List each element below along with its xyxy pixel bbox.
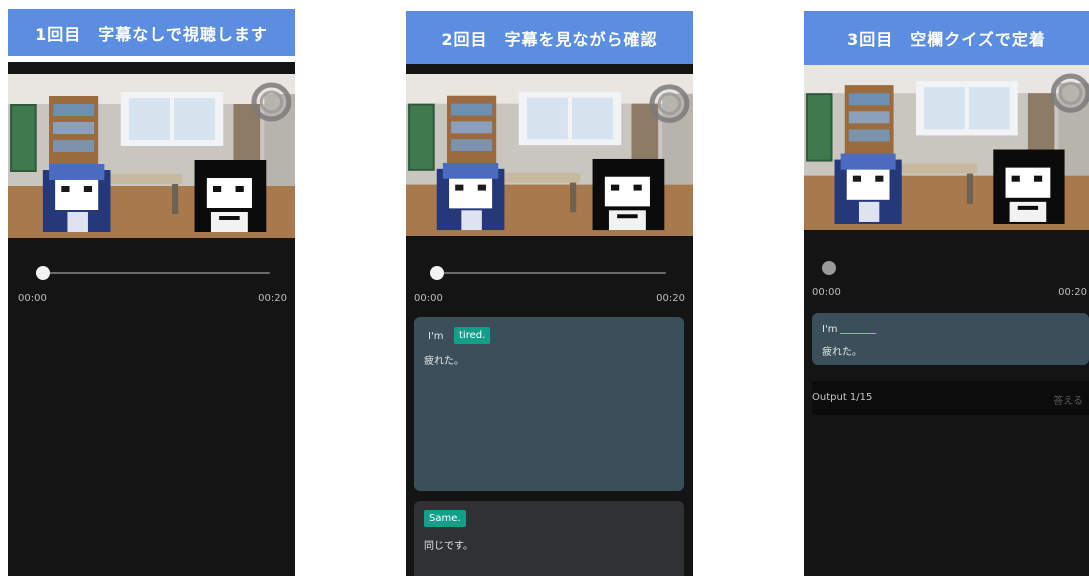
classroom-scene — [8, 74, 295, 238]
step-1-banner: 1回目 字幕なしで視聴します — [8, 9, 295, 56]
slider-thumb-icon[interactable] — [36, 266, 50, 280]
time-start: 00:00 — [414, 293, 443, 304]
time-end: 00:20 — [1058, 287, 1087, 298]
phone-screen-2: 00:00 00:20 I'm tired. 疲れた。 Same. 同じです。 — [406, 64, 693, 576]
seek-slider[interactable] — [36, 266, 270, 280]
subtitle-translation: 疲れた。 — [424, 356, 464, 367]
video-frame[interactable] — [8, 74, 295, 238]
time-start: 00:00 — [812, 287, 841, 298]
quiz-blank-field[interactable] — [840, 333, 876, 334]
quiz-card[interactable]: I'm 疲れた。 — [812, 313, 1089, 365]
panel-1: 1回目 字幕なしで視聴します 00:00 00:20 — [8, 0, 295, 576]
subtitle-translation: 同じです。 — [424, 541, 473, 552]
record-circle-icon[interactable] — [822, 261, 836, 275]
subtitle-card[interactable]: Same. 同じです。 — [414, 501, 684, 576]
subtitle-word: I'm — [428, 331, 444, 342]
classroom-scene — [804, 65, 1089, 230]
output-counter: Output 1/15 — [812, 392, 873, 403]
phone-screen-3: 00:00 00:20 I'm 疲れた。 Output 1/15 答える — [804, 65, 1089, 576]
answer-button[interactable]: 答える — [1053, 392, 1083, 407]
classroom-scene — [406, 74, 693, 236]
video-frame[interactable] — [406, 74, 693, 236]
highlight-chip[interactable]: tired. — [454, 327, 491, 344]
step-2-banner: 2回目 字幕を見ながら確認 — [406, 11, 693, 64]
highlight-chip[interactable]: Same. — [424, 510, 466, 527]
time-end: 00:20 — [258, 293, 287, 304]
seek-slider[interactable] — [430, 266, 666, 280]
subtitle-card-active[interactable]: I'm tired. 疲れた。 — [414, 317, 684, 491]
quiz-prompt: I'm — [822, 324, 838, 335]
quiz-translation: 疲れた。 — [822, 347, 862, 358]
panel-3: 3回目 空欄クイズで定着 00:00 00:20 I'm 疲れた。 Output… — [804, 0, 1089, 576]
video-frame[interactable] — [804, 65, 1089, 230]
slider-track — [36, 272, 270, 274]
slider-track — [430, 272, 666, 274]
time-start: 00:00 — [18, 293, 47, 304]
phone-screen-1: 00:00 00:20 — [8, 62, 295, 576]
step-3-banner: 3回目 空欄クイズで定着 — [804, 11, 1089, 65]
time-end: 00:20 — [656, 293, 685, 304]
slider-thumb-icon[interactable] — [430, 266, 444, 280]
output-bar: Output 1/15 答える — [812, 381, 1089, 415]
panel-2: 2回目 字幕を見ながら確認 00:00 00:20 I'm tired. 疲れた… — [406, 0, 693, 576]
